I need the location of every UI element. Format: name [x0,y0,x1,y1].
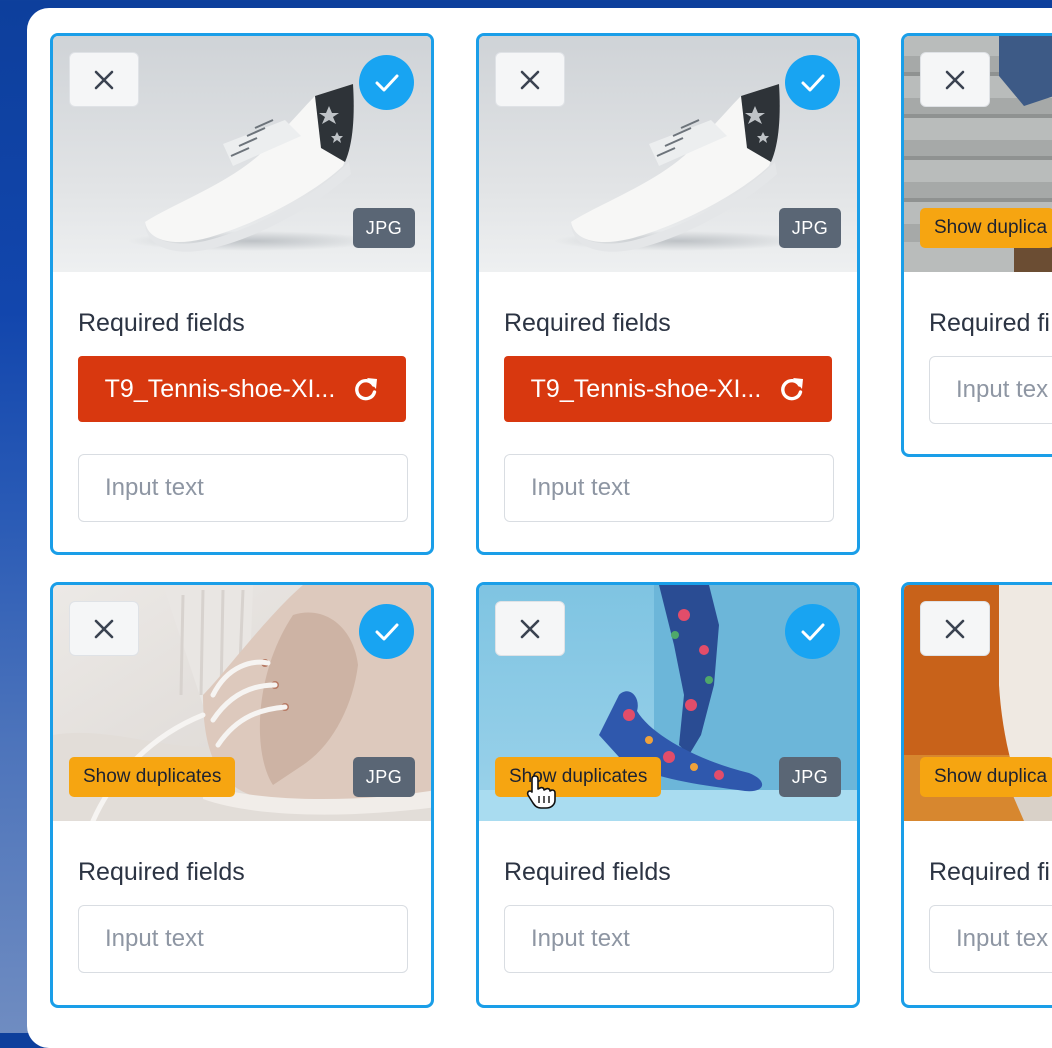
file-name-button[interactable]: T9_Tennis-shoe-XI... [504,356,832,422]
image-card[interactable]: Show duplicates JPG Required fields [50,582,434,1008]
remove-button[interactable] [920,52,990,107]
image-card[interactable]: JPG Required fields T9_Tennis-shoe-XI... [476,33,860,555]
image-card[interactable]: Show duplica Required fi [901,33,1052,457]
close-icon [94,70,114,89]
image-card[interactable]: Show duplicates JPG Required fields [476,582,860,1008]
close-icon [945,70,965,89]
upload-panel: JPG Required fields T9_Tennis-shoe-XI... [27,8,1052,1048]
text-input[interactable] [78,454,408,522]
image-thumbnail[interactable]: Show duplica [904,36,1052,272]
selected-check[interactable] [785,604,840,659]
image-thumbnail[interactable]: Show duplicates JPG [479,585,857,821]
remove-button[interactable] [69,52,139,107]
required-fields-label: Required fields [504,858,671,886]
image-card[interactable]: Show duplica Required fi [901,582,1052,1008]
file-type-badge: JPG [779,208,841,248]
show-duplicates-button[interactable]: Show duplicates [69,757,236,797]
image-thumbnail[interactable]: Show duplicates JPG [53,585,431,821]
close-icon [520,70,540,89]
checkmark-icon [801,623,824,640]
required-fields-label: Required fi [929,858,1050,886]
remove-button[interactable] [495,52,565,107]
file-name: T9_Tennis-shoe-XI... [104,374,336,403]
selected-check[interactable] [359,604,414,659]
refresh-icon [355,378,378,401]
show-duplicates-button[interactable]: Show duplica [920,757,1052,797]
checkmark-icon [375,74,398,91]
close-icon [520,619,540,638]
file-type-badge: JPG [353,757,415,797]
checkmark-icon [375,623,398,640]
file-name-button[interactable]: T9_Tennis-shoe-XI... [78,356,406,422]
text-input[interactable] [929,905,1052,973]
remove-button[interactable] [69,601,139,656]
text-input[interactable] [929,356,1052,424]
image-thumbnail[interactable]: Show duplica [904,585,1052,821]
text-input[interactable] [78,905,408,973]
refresh-icon [781,378,804,401]
required-fields-label: Required fields [78,858,245,886]
text-input[interactable] [504,454,834,522]
close-icon [94,619,114,638]
file-name: T9_Tennis-shoe-XI... [530,374,762,403]
show-duplicates-button[interactable]: Show duplica [920,208,1052,248]
remove-button[interactable] [920,601,990,656]
image-card[interactable]: JPG Required fields T9_Tennis-shoe-XI... [50,33,434,555]
text-input[interactable] [504,905,834,973]
checkmark-icon [801,74,824,91]
show-duplicates-button[interactable]: Show duplicates [495,757,662,797]
required-fields-label: Required fields [78,309,245,337]
file-type-badge: JPG [779,757,841,797]
remove-button[interactable] [495,601,565,656]
file-type-badge: JPG [353,208,415,248]
required-fields-label: Required fields [504,309,671,337]
selected-check[interactable] [785,55,840,110]
image-thumbnail[interactable]: JPG [53,36,431,272]
required-fields-label: Required fi [929,309,1050,337]
selected-check[interactable] [359,55,414,110]
close-icon [945,619,965,638]
image-thumbnail[interactable]: JPG [479,36,857,272]
